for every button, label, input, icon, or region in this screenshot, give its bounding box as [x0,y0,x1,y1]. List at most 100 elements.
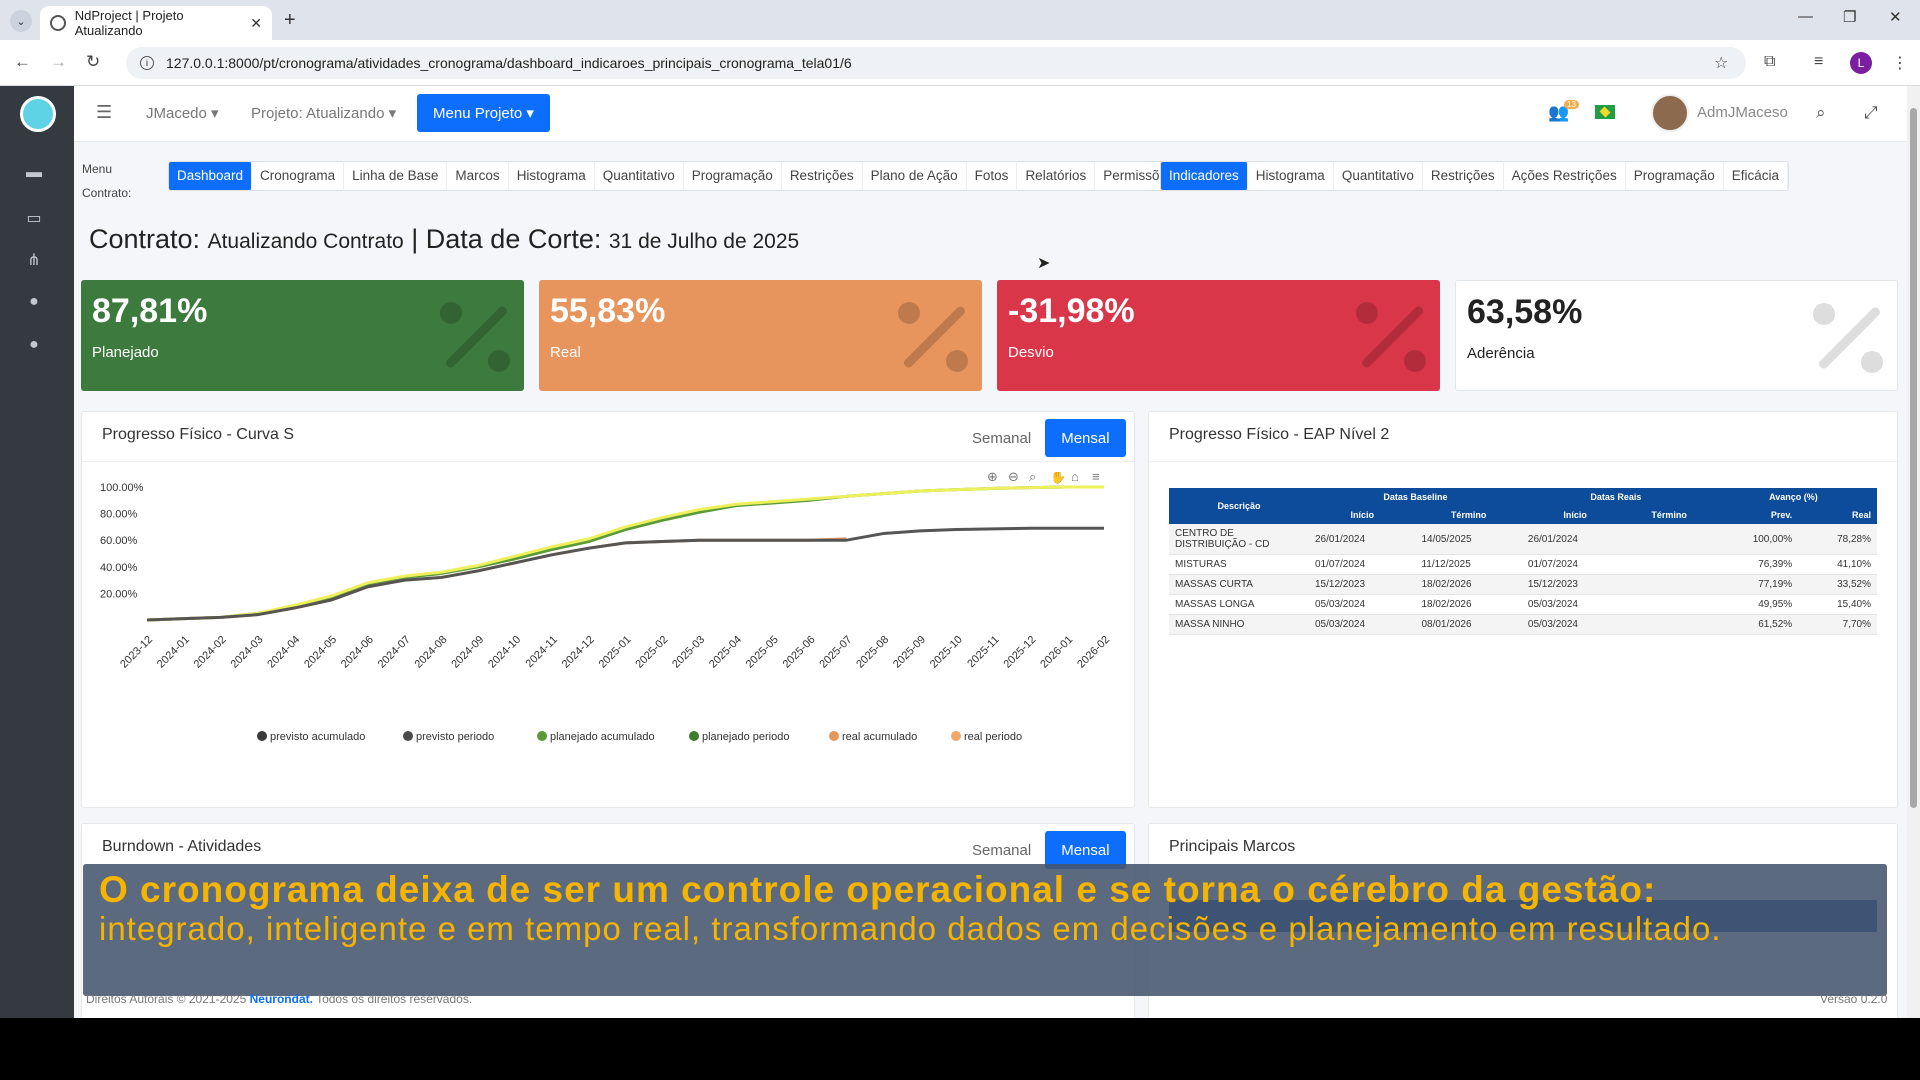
media-icon[interactable]: ≡ [1814,53,1823,71]
x-tick-label: 2025-08 [854,634,891,671]
restore-icon[interactable]: ❐ [1843,8,1856,26]
submenu-item-5[interactable]: Quantitativo [595,162,684,190]
scrollbar-thumb[interactable] [1910,108,1917,808]
cell-prev: 61,52% [1709,614,1799,635]
submenu-item-2[interactable]: Linha de Base [344,162,448,190]
legend-label[interactable]: previsto periodo [416,731,494,743]
contract-name: Atualizando Contrato [207,230,404,253]
legend-label[interactable]: previsto acumulado [270,731,365,743]
title-separator: | [411,224,419,254]
indicator-item-4[interactable]: Ações Restrições [1504,162,1626,190]
user-dropdown[interactable]: JMacedo ▾ [146,104,219,122]
kpi-card-planejado: 87,81% Planejado [81,280,524,391]
semanal-button[interactable]: Semanal [972,842,1031,859]
project-dropdown[interactable]: Projeto: Atualizando ▾ [251,104,396,122]
menu-projeto-button[interactable]: Menu Projeto ▾ [417,94,550,132]
footer-company-link[interactable]: Neurondat. [250,992,313,1006]
bookmark-star-icon[interactable]: ☆ [1714,53,1728,73]
indicators-menu-nav: Indicadores Histograma Quantitativo Restriç… [1160,161,1790,191]
x-tick-label: 2025-07 [817,634,854,671]
submenu-item-6[interactable]: Programação [684,162,782,190]
folder-icon[interactable]: ▭ [22,208,46,228]
kebab-menu-icon[interactable]: ⋮ [1892,53,1908,73]
submenu-item-9[interactable]: Fotos [967,162,1018,190]
kpi-label: Planejado [92,344,159,361]
app-sidebar: ▬ ▭ ⋔ ● ● [0,86,74,1018]
forward-icon[interactable]: → [50,52,67,72]
cell-real: 15,40% [1798,594,1877,615]
chart-toolbar-icon[interactable]: ⌂ [1071,472,1079,484]
username[interactable]: AdmJMaceso [1697,104,1788,121]
brazil-flag-icon[interactable] [1595,105,1615,119]
semanal-button[interactable]: Semanal [972,430,1031,447]
legend-label[interactable]: planejado acumulado [550,731,655,743]
indicator-item-1[interactable]: Histograma [1248,162,1334,190]
th-r-inicio: Início [1521,506,1629,524]
submenu-item-7[interactable]: Restrições [782,162,863,190]
table-row: MISTURAS 01/07/2024 11/12/2025 01/07/2024 76… [1169,554,1877,575]
extensions-icon[interactable]: ⧉ [1764,53,1775,71]
close-tab-icon[interactable]: ✕ [250,15,262,32]
legend-marker [403,731,413,741]
search-icon[interactable]: ⌕ [1816,103,1826,123]
hamburger-icon[interactable]: ☰ [96,102,112,123]
reload-icon[interactable]: ↻ [86,52,100,72]
url-field[interactable]: i 127.0.0.1:8000/pt/cronograma/atividade… [126,47,1746,79]
indicator-item-0[interactable]: Indicadores [1161,162,1248,190]
chart-toolbar-icon[interactable]: ⊖ [1008,472,1019,484]
kpi-card-aderencia: 63,58% Aderência [1455,280,1898,391]
page-scrollbar[interactable] [1907,86,1920,1018]
legend-label[interactable]: real acumulado [842,731,917,743]
submenu-item-4[interactable]: Histograma [509,162,595,190]
profile-avatar[interactable]: L [1850,52,1872,74]
submenu-item-1[interactable]: Cronograma [252,162,345,190]
submenu-item-10[interactable]: Relatórios [1017,162,1096,190]
x-tick-label: 2025-02 [633,634,670,671]
menu-projeto-label: Menu Projeto [433,104,523,122]
x-tick-label: 2025-01 [597,634,634,671]
chart-toolbar-icon[interactable]: ✋ [1050,472,1066,484]
th-baseline: Datas Baseline [1309,488,1522,506]
screen: ⌄ NdProject | Projeto Atualizando ✕ + — … [0,0,1920,1018]
browser-tab[interactable]: NdProject | Projeto Atualizando ✕ [40,6,272,40]
submenu-item-3[interactable]: Marcos [447,162,509,190]
kpi-card-desvio: -31,98% Desvio [997,280,1440,391]
cell-desc: MASSAS LONGA [1169,594,1309,615]
tab-search-button[interactable]: ⌄ [10,10,32,32]
fullscreen-icon[interactable]: ⤢ [1864,103,1878,123]
x-tick-label: 2025-03 [670,634,707,671]
indicator-item-2[interactable]: Quantitativo [1334,162,1423,190]
cell-b_ini: 15/12/2023 [1309,574,1416,595]
indicator-item-5[interactable]: Programação [1626,162,1724,190]
app-logo[interactable] [20,96,56,132]
user-avatar[interactable] [1651,94,1689,132]
user-gear-icon[interactable]: ● [22,293,46,313]
chart-toolbar-icon[interactable]: ≡ [1092,472,1100,484]
site-info-icon[interactable]: i [140,56,154,70]
indicator-item-6[interactable]: Eficácia [1724,162,1789,190]
x-tick-label: 2023-12 [118,634,155,671]
hierarchy-icon[interactable]: ⋔ [22,250,46,270]
x-tick-label: 2025-10 [928,634,965,671]
window-close-icon[interactable]: ✕ [1889,8,1902,26]
user-settings-icon[interactable]: ● [22,336,46,356]
kpi-label: Aderência [1467,345,1535,362]
submenu-item-8[interactable]: Plano de Ação [863,162,967,190]
eap-table: Descrição Datas Baseline Datas Reais Ava… [1169,488,1877,635]
tab-title: NdProject | Projeto Atualizando [74,8,184,38]
mensal-button[interactable]: Mensal [1045,419,1126,457]
th-b-inicio: Início [1309,506,1416,524]
back-icon[interactable]: ← [14,52,31,72]
x-tick-label: 2024-11 [524,634,560,670]
indicator-item-3[interactable]: Restrições [1423,162,1504,190]
dashboard-icon[interactable]: ▬ [22,164,46,184]
legend-label[interactable]: planejado periodo [702,731,789,743]
new-tab-button[interactable]: + [284,9,296,32]
x-tick-label: 2025-06 [781,634,818,671]
chart-toolbar-icon[interactable]: ⊕ [987,472,998,484]
submenu-item-0[interactable]: Dashboard [169,162,253,190]
cell-b_fim: 14/05/2025 [1415,524,1522,555]
minimize-icon[interactable]: — [1798,8,1813,25]
chart-toolbar-icon[interactable]: ⌕ [1029,472,1036,484]
legend-label[interactable]: real periodo [964,731,1022,743]
